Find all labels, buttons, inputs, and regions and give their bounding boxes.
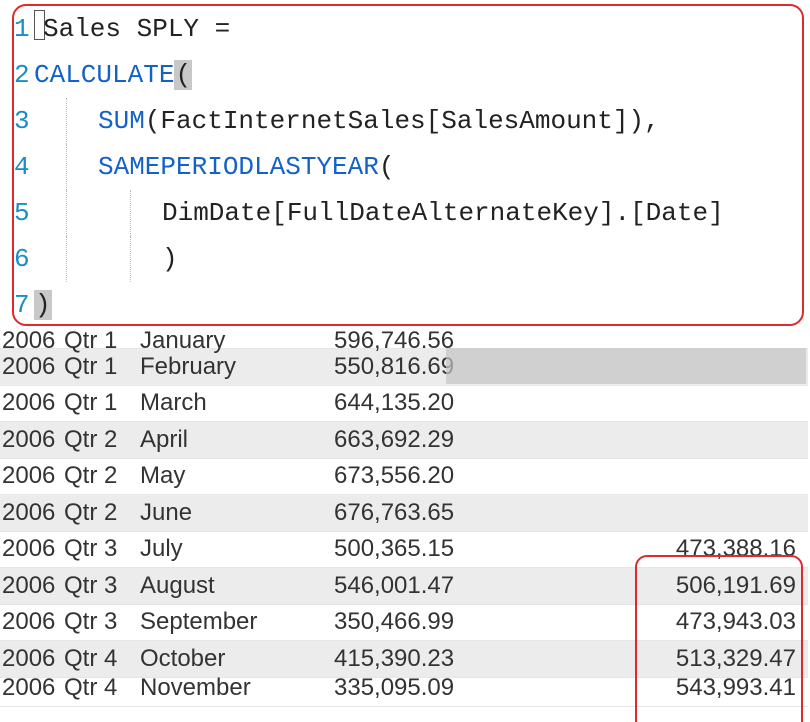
line-number: 4	[14, 144, 28, 190]
quarter-cell[interactable]: Qtr 2	[64, 426, 136, 454]
month-cell[interactable]: May	[136, 462, 330, 490]
month-cell[interactable]: October	[136, 645, 330, 673]
salesamount-cell[interactable]: 415,390.23	[330, 645, 646, 673]
quarter-cell[interactable]: Qtr 2	[64, 499, 136, 527]
year-cell[interactable]: 2006	[0, 426, 64, 454]
table-row[interactable]: 2006Qtr 4October415,390.23513,329.47	[0, 641, 808, 678]
code-line[interactable]: 2CALCULATE(	[14, 52, 802, 98]
dax-token: (FactInternetSales[SalesAmount]),	[145, 106, 660, 136]
code-content[interactable]: SAMEPERIODLASTYEAR(	[28, 144, 802, 190]
quarter-cell[interactable]: Qtr 1	[64, 327, 136, 355]
code-content[interactable]: )	[28, 282, 802, 326]
month-cell[interactable]: February	[136, 353, 330, 381]
dax-token: )	[162, 244, 178, 274]
table-row[interactable]: 2006Qtr 3July500,365.15473,388.16	[0, 532, 808, 569]
dax-token: Sales SPLY =	[43, 14, 230, 44]
month-cell[interactable]: March	[136, 389, 330, 417]
dax-function: SUM	[98, 106, 145, 136]
table-row[interactable]: 2006Qtr 3August546,001.47506,191.69	[0, 568, 808, 605]
dax-function: CALCULATE	[34, 60, 174, 90]
salesamount-cell[interactable]: 335,095.09	[330, 674, 646, 702]
code-line[interactable]: 3SUM(FactInternetSales[SalesAmount]),	[14, 98, 802, 144]
year-cell[interactable]: 2006	[0, 535, 64, 563]
sales-sply-cell[interactable]: 506,191.69	[646, 572, 808, 600]
code-line[interactable]: 4SAMEPERIODLASTYEAR(	[14, 144, 802, 190]
dax-token: )	[34, 290, 52, 320]
salesamount-cell[interactable]: 673,556.20	[330, 462, 646, 490]
sales-sply-cell[interactable]: 513,329.47	[646, 645, 808, 673]
salesamount-cell[interactable]: 550,816.69	[330, 353, 646, 381]
year-cell[interactable]: 2006	[0, 327, 64, 355]
line-number: 7	[14, 282, 28, 326]
dax-formula-editor[interactable]: 1Sales SPLY =2CALCULATE(3SUM(FactInterne…	[12, 4, 804, 326]
code-line[interactable]: 6)	[14, 236, 802, 282]
code-content[interactable]: )	[28, 236, 802, 282]
table-row[interactable]: 2006Qtr 2May673,556.20	[0, 459, 808, 496]
salesamount-cell[interactable]: 546,001.47	[330, 572, 646, 600]
code-content[interactable]: Sales SPLY =	[28, 6, 802, 52]
table-row[interactable]: 2006Qtr 2June676,763.65	[0, 495, 808, 532]
salesamount-cell[interactable]: 350,466.99	[330, 608, 646, 636]
salesamount-cell[interactable]: 663,692.29	[330, 426, 646, 454]
quarter-cell[interactable]: Qtr 3	[64, 572, 136, 600]
code-content[interactable]: SUM(FactInternetSales[SalesAmount]),	[28, 98, 802, 144]
year-cell[interactable]: 2006	[0, 608, 64, 636]
quarter-cell[interactable]: Qtr 1	[64, 353, 136, 381]
line-number: 1	[14, 6, 28, 52]
line-number: 2	[14, 52, 28, 98]
sales-sply-cell[interactable]: 543,993.41	[646, 674, 808, 702]
table-row[interactable]: 2006Qtr 1January596,746.56	[0, 330, 808, 349]
quarter-cell[interactable]: Qtr 4	[64, 645, 136, 673]
quarter-cell[interactable]: Qtr 1	[64, 389, 136, 417]
dax-token: DimDate[FullDateAlternateKey].[Date]	[162, 198, 724, 228]
year-cell[interactable]: 2006	[0, 572, 64, 600]
line-number: 6	[14, 236, 28, 282]
year-cell[interactable]: 2006	[0, 353, 64, 381]
salesamount-cell[interactable]: 644,135.20	[330, 389, 646, 417]
dax-token: (	[379, 152, 395, 182]
month-cell[interactable]: November	[136, 674, 330, 702]
sales-sply-cell[interactable]: 473,943.03	[646, 608, 808, 636]
month-cell[interactable]: June	[136, 499, 330, 527]
table-row[interactable]: 2006Qtr 1March644,135.20	[0, 386, 808, 423]
dax-token: (	[174, 60, 192, 90]
year-cell[interactable]: 2006	[0, 499, 64, 527]
table-row[interactable]: 2006Qtr 3September350,466.99473,943.03	[0, 605, 808, 642]
month-cell[interactable]: July	[136, 535, 330, 563]
line-number: 3	[14, 98, 28, 144]
month-cell[interactable]: August	[136, 572, 330, 600]
month-cell[interactable]: January	[136, 327, 330, 355]
salesamount-cell[interactable]: 676,763.65	[330, 499, 646, 527]
results-table[interactable]: 2006Qtr 1January596,746.562006Qtr 1Febru…	[0, 330, 808, 707]
month-cell[interactable]: April	[136, 426, 330, 454]
year-cell[interactable]: 2006	[0, 645, 64, 673]
year-cell[interactable]: 2006	[0, 462, 64, 490]
code-line[interactable]: 7)	[14, 282, 802, 326]
table-row[interactable]: 2006Qtr 4November335,095.09543,993.41	[0, 678, 808, 707]
table-row[interactable]: 2006Qtr 2April663,692.29	[0, 422, 808, 459]
sales-sply-cell[interactable]: 473,388.16	[646, 535, 808, 563]
quarter-cell[interactable]: Qtr 3	[64, 535, 136, 563]
code-line[interactable]: 5 DimDate[FullDateAlternateKey].[Date]	[14, 190, 802, 236]
code-line[interactable]: 1 Sales SPLY =	[14, 6, 802, 52]
year-cell[interactable]: 2006	[0, 674, 64, 702]
dax-function: SAMEPERIODLASTYEAR	[98, 152, 379, 182]
line-number: 5	[14, 190, 28, 236]
code-content[interactable]: CALCULATE(	[28, 52, 802, 98]
month-cell[interactable]: September	[136, 608, 330, 636]
quarter-cell[interactable]: Qtr 3	[64, 608, 136, 636]
quarter-cell[interactable]: Qtr 4	[64, 674, 136, 702]
salesamount-cell[interactable]: 596,746.56	[330, 327, 646, 355]
quarter-cell[interactable]: Qtr 2	[64, 462, 136, 490]
code-content[interactable]: DimDate[FullDateAlternateKey].[Date]	[28, 190, 802, 236]
salesamount-cell[interactable]: 500,365.15	[330, 535, 646, 563]
year-cell[interactable]: 2006	[0, 389, 64, 417]
